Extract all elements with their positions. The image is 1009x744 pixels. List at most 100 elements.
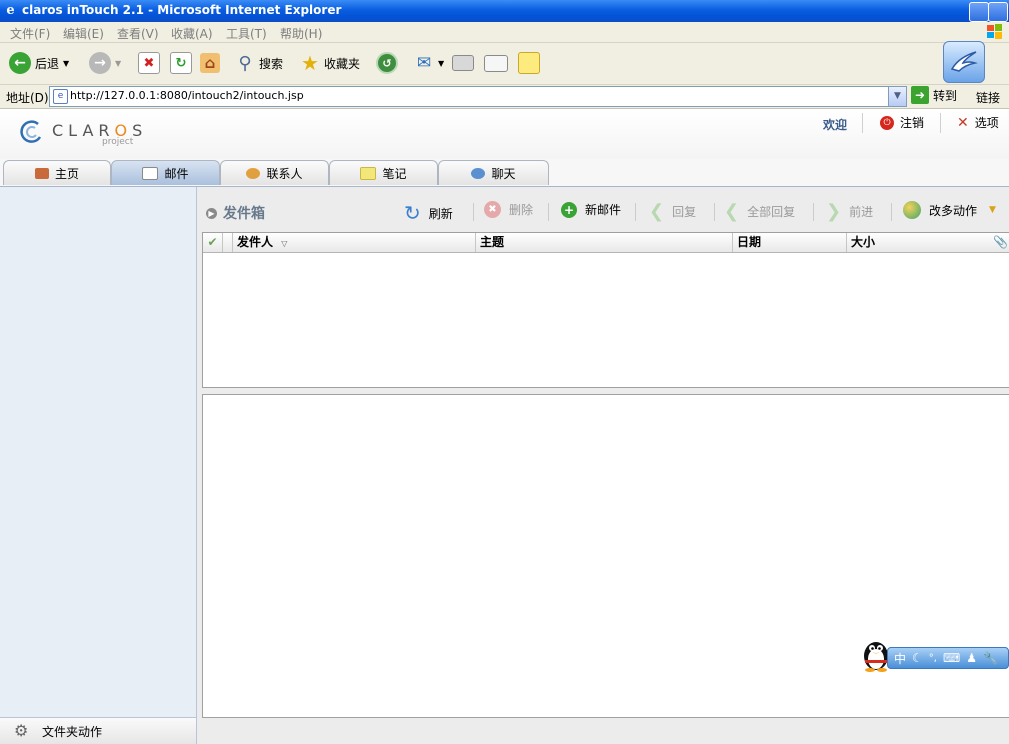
- ie-icon: e: [6, 3, 15, 18]
- folder-actions-label: 文件夹动作: [42, 724, 103, 739]
- tools-icon: ✕: [957, 114, 969, 131]
- search-button[interactable]: ⚲ 搜索: [235, 51, 283, 75]
- refresh-page-button[interactable]: ↻: [170, 51, 192, 75]
- browser-toolbar: ← 后退 ▼ → ▼ ✖ ↻ ⌂ ⚲ 搜索 ★ 收藏夹 ↺ ✉ ▼: [0, 43, 1009, 85]
- more-actions-icon: [903, 201, 921, 219]
- back-button[interactable]: ← 后退 ▼: [9, 51, 69, 75]
- punctuation-icon[interactable]: °,: [929, 653, 937, 664]
- minimize-button[interactable]: [969, 2, 989, 22]
- back-label: 后退: [35, 56, 60, 71]
- tab-notes-label: 笔记: [382, 166, 407, 181]
- ime-mode-chinese[interactable]: 中: [894, 650, 906, 667]
- window-title: claros inTouch 2.1 - Microsoft Internet …: [22, 3, 342, 17]
- mail-button[interactable]: ✉ ▼: [414, 51, 444, 75]
- reply-all-label: 全部回复: [747, 205, 796, 219]
- tab-chat[interactable]: 聊天: [438, 160, 549, 185]
- address-input[interactable]: e http://127.0.0.1:8080/intouch2/intouch…: [49, 86, 907, 107]
- date-column-header[interactable]: 日期: [733, 233, 847, 252]
- refresh-button[interactable]: ↻ 刷新: [404, 201, 453, 225]
- address-label: 地址(D): [6, 91, 49, 105]
- page-icon: e: [53, 89, 68, 104]
- favorites-label: 收藏夹: [324, 56, 361, 71]
- menu-tools[interactable]: 工具(T): [226, 25, 267, 42]
- search-label: 搜索: [259, 56, 284, 71]
- folder-title: ▶ 发件箱: [206, 203, 265, 223]
- power-icon: ⏻: [880, 115, 894, 130]
- tab-chat-label: 聊天: [491, 166, 516, 181]
- tab-mail-label: 邮件: [164, 166, 189, 181]
- chevron-down-icon[interactable]: ▼: [989, 205, 996, 215]
- tab-contacts[interactable]: 联系人: [220, 160, 329, 185]
- tab-contacts-label: 联系人: [266, 166, 303, 181]
- menu-file[interactable]: 文件(F): [10, 25, 50, 42]
- history-button[interactable]: ↺: [376, 51, 398, 75]
- size-column-header[interactable]: 大小 📎: [847, 233, 1009, 252]
- sort-desc-icon: ▽: [281, 239, 288, 248]
- tab-home[interactable]: 主页: [3, 160, 111, 185]
- go-button[interactable]: ➜ 转到: [911, 86, 957, 104]
- mail-icon: [142, 166, 159, 180]
- favorites-button[interactable]: ★ 收藏夹: [300, 51, 360, 75]
- gear-icon: ⚙: [14, 721, 29, 740]
- edit-page-icon: [484, 54, 508, 72]
- refresh-label: 刷新: [428, 206, 453, 221]
- message-list[interactable]: ✔ 发件人 ▽ 主题 日期 大小 📎: [202, 232, 1009, 388]
- address-dropdown-icon[interactable]: ▼: [888, 87, 906, 106]
- delete-button[interactable]: ✖ 删除: [484, 201, 533, 218]
- new-mail-label: 新邮件: [585, 203, 622, 217]
- tab-mail[interactable]: 邮件: [111, 160, 220, 185]
- logout-label: 注销: [900, 116, 925, 130]
- moon-icon[interactable]: ☾: [912, 651, 923, 665]
- envelope-icon: ✉: [416, 53, 432, 73]
- logo-subtitle: project: [102, 137, 134, 147]
- folder-name: 发件箱: [223, 206, 265, 222]
- windows-logo-icon: [987, 24, 1002, 39]
- subject-column-header[interactable]: 主题: [476, 233, 733, 252]
- stop-button[interactable]: ✖: [138, 51, 160, 75]
- home-button[interactable]: ⌂: [200, 51, 220, 75]
- options-button[interactable]: ✕ 选项: [957, 114, 999, 131]
- app-bird-icon[interactable]: [943, 41, 985, 83]
- chat-icon: [471, 167, 486, 179]
- folder-actions-button[interactable]: ⚙ 文件夹动作: [0, 717, 196, 744]
- forward-dropdown-icon[interactable]: ▼: [115, 59, 121, 68]
- home-icon: ⌂: [200, 53, 220, 73]
- menu-bar: 文件(F) 编辑(E) 查看(V) 收藏(A) 工具(T) 帮助(H): [0, 22, 1009, 43]
- ime-bar[interactable]: 中 ☾ °, ⌨ ♟ 🔧: [887, 647, 1009, 669]
- go-arrow-icon: ➜: [911, 86, 929, 104]
- notes-icon: [360, 166, 377, 180]
- menu-edit[interactable]: 编辑(E): [63, 25, 104, 42]
- back-dropdown-icon[interactable]: ▼: [63, 59, 69, 68]
- welcome-link[interactable]: 欢迎: [823, 116, 847, 133]
- forward-arrow-icon: ❯: [826, 201, 842, 222]
- forward-mail-button[interactable]: ❯ 前进: [826, 201, 873, 222]
- user-icon[interactable]: ♟: [966, 651, 977, 665]
- reply-all-icon: ❮: [724, 201, 740, 222]
- flag-column[interactable]: [223, 233, 233, 252]
- reply-button[interactable]: ❮ 回复: [649, 201, 696, 222]
- edit-button[interactable]: [484, 51, 508, 75]
- forward-button[interactable]: → ▼: [89, 51, 121, 75]
- reply-all-button[interactable]: ❮ 全部回复: [724, 201, 795, 222]
- print-button[interactable]: [452, 51, 474, 75]
- messenger-button[interactable]: [518, 51, 540, 75]
- sender-column-header[interactable]: 发件人 ▽: [233, 233, 476, 252]
- refresh-icon: ↻: [404, 201, 421, 225]
- keyboard-icon[interactable]: ⌨: [943, 651, 960, 665]
- window-title-bar: e claros inTouch 2.1 - Microsoft Interne…: [0, 0, 1009, 22]
- new-mail-button[interactable]: + 新邮件: [561, 201, 621, 218]
- menu-help[interactable]: 帮助(H): [280, 25, 322, 42]
- links-button[interactable]: 链接: [976, 89, 1000, 106]
- message-list-header: ✔ 发件人 ▽ 主题 日期 大小 📎: [203, 233, 1009, 253]
- ime-toolbar[interactable]: 中 ☾ °, ⌨ ♟ 🔧: [861, 636, 1009, 672]
- mail-dropdown-icon[interactable]: ▼: [438, 59, 444, 68]
- maximize-button[interactable]: [988, 2, 1008, 22]
- logout-button[interactable]: ⏻ 注销: [880, 114, 924, 131]
- attachment-icon: 📎: [993, 235, 1008, 249]
- menu-view[interactable]: 查看(V): [117, 25, 159, 42]
- select-all-checkbox[interactable]: ✔: [203, 233, 223, 252]
- menu-favorites[interactable]: 收藏(A): [171, 25, 213, 42]
- tab-notes[interactable]: 笔记: [329, 160, 438, 185]
- wrench-icon[interactable]: 🔧: [983, 651, 998, 665]
- more-actions-button[interactable]: 改多动作 ▼: [903, 201, 996, 219]
